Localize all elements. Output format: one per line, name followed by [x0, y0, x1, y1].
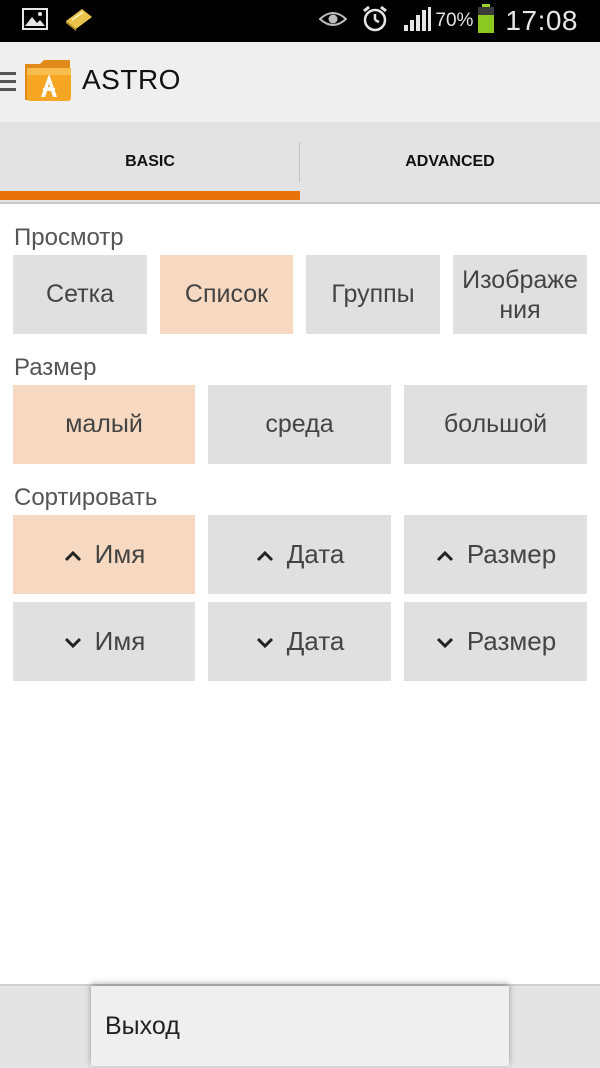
astro-folder-icon	[22, 56, 74, 109]
view-grid-button[interactable]: Сетка	[13, 255, 147, 334]
sort-section-label: Сортировать	[14, 484, 158, 511]
battery-icon	[477, 3, 495, 39]
sort-name-desc-button[interactable]: Имя	[13, 602, 195, 681]
chevron-down-icon	[63, 626, 83, 657]
chevron-up-icon	[255, 539, 275, 570]
menu-icon	[0, 70, 18, 99]
drawer-toggle[interactable]	[0, 42, 76, 122]
size-section-label: Размер	[14, 354, 97, 381]
sort-date-desc-label: Дата	[286, 626, 345, 656]
size-medium-label: среда	[265, 410, 334, 438]
battery-percent: 70%	[435, 10, 474, 31]
size-medium-button[interactable]: среда	[208, 385, 391, 464]
view-groups-label: Группы	[331, 280, 415, 308]
view-groups-button[interactable]: Группы	[306, 255, 440, 334]
view-list-label: Список	[184, 280, 269, 308]
sort-name-desc-label: Имя	[94, 626, 146, 656]
alarm-icon	[361, 5, 389, 38]
view-images-label-line1: Изображе	[462, 265, 578, 294]
status-bar: 70% 17:08	[0, 0, 600, 42]
chevron-down-icon	[255, 626, 275, 657]
sort-size-desc-label: Размер	[466, 626, 557, 656]
chevron-up-icon	[63, 539, 83, 570]
view-images-label-line2: ния	[499, 295, 541, 324]
sort-size-desc-button[interactable]: Размер	[404, 602, 587, 681]
sort-date-asc-button[interactable]: Дата	[208, 515, 391, 594]
size-small-button[interactable]: малый	[13, 385, 195, 464]
clock: 17:08	[505, 5, 578, 36]
view-list-button[interactable]: Список	[160, 255, 293, 334]
app-title: ASTRO	[82, 64, 181, 95]
size-large-button[interactable]: большой	[404, 385, 587, 464]
view-images-button[interactable]: Изображе ния	[453, 255, 587, 334]
gallery-icon	[22, 7, 48, 35]
view-section-label: Просмотр	[14, 224, 124, 251]
sort-name-asc-label: Имя	[94, 539, 146, 569]
sort-size-asc-label: Размер	[466, 539, 557, 569]
signal-icon	[403, 6, 432, 37]
notification-icon	[64, 7, 94, 36]
chevron-up-icon	[435, 539, 455, 570]
sort-date-asc-label: Дата	[286, 539, 345, 569]
chevron-down-icon	[435, 626, 455, 657]
tab-selected-indicator	[0, 191, 300, 200]
tab-basic-label: BASIC	[125, 153, 175, 170]
size-large-label: большой	[443, 410, 548, 438]
action-bar: ASTRO	[0, 42, 600, 123]
tab-basic[interactable]: BASIC	[0, 122, 300, 202]
tab-advanced[interactable]: ADVANCED	[300, 122, 600, 202]
eye-icon	[318, 10, 348, 33]
size-small-label: малый	[65, 410, 143, 438]
view-grid-label: Сетка	[46, 280, 114, 308]
exit-menu-item[interactable]: Выход	[91, 986, 509, 1066]
sort-name-asc-button[interactable]: Имя	[13, 515, 195, 594]
exit-menu-label: Выход	[105, 1012, 180, 1040]
tab-advanced-label: ADVANCED	[405, 153, 495, 170]
overflow-menu: Выход	[91, 986, 509, 1066]
sort-date-desc-button[interactable]: Дата	[208, 602, 391, 681]
sort-size-asc-button[interactable]: Размер	[404, 515, 587, 594]
